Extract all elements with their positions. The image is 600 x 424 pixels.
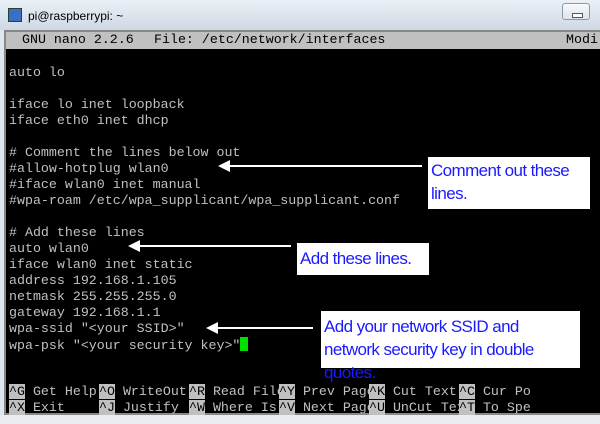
shortcut-key: ^G: [9, 384, 25, 399]
arrow-ssid: [206, 322, 313, 334]
shortcut-item[interactable]: ^R Read File: [189, 384, 285, 400]
nano-header: GNU nano 2.2.6 File: /etc/network/interfa…: [6, 32, 600, 49]
file-line: #allow-hotplug wlan0: [9, 161, 169, 176]
putty-icon: [8, 8, 22, 22]
arrow-add: [128, 240, 291, 252]
shortcut-label: To Spe: [482, 400, 531, 415]
callout-ssid: Add your network SSID and network securi…: [321, 311, 580, 382]
file-line: netmask 255.255.255.0: [9, 289, 177, 304]
file-line: [9, 129, 400, 145]
file-line: # Comment the lines below out: [9, 145, 241, 160]
file-line: [9, 81, 400, 97]
text-cursor: [240, 337, 249, 351]
callout-comment: Comment out these lines.: [428, 157, 590, 209]
file-line: [9, 209, 400, 225]
shortcut-label: WriteOut: [122, 384, 187, 399]
file-line: #iface wlan0 inet manual: [9, 177, 201, 192]
shortcut-key: ^O: [99, 384, 115, 399]
shortcut-key: ^J: [99, 400, 115, 415]
shortcut-key: ^X: [9, 400, 25, 415]
shortcut-label: Cur Po: [482, 384, 531, 399]
file-line: auto lo: [9, 65, 65, 80]
shortcut-item[interactable]: ^J Justify: [99, 400, 179, 416]
shortcut-label: Next Page: [302, 400, 375, 415]
window-titlebar: pi@raspberrypi: ~: [0, 0, 600, 30]
callout-add: Add these lines.: [297, 243, 429, 275]
shortcut-item[interactable]: ^U UnCut Text: [369, 400, 473, 416]
file-line: # Add these lines: [9, 225, 145, 240]
shortcut-item[interactable]: ^C Cur Po: [459, 384, 531, 400]
shortcut-item[interactable]: ^W Where Is: [189, 400, 277, 416]
window-bottom: [0, 415, 600, 424]
shortcut-key: ^K: [369, 384, 385, 399]
shortcut-label: Get Help: [32, 384, 97, 399]
shortcut-key: ^U: [369, 400, 385, 415]
shortcut-item[interactable]: ^K Cut Text: [369, 384, 457, 400]
shortcut-item[interactable]: ^Y Prev Page: [279, 384, 375, 400]
nano-version: GNU nano 2.2.6: [22, 32, 134, 47]
arrow-comment: [218, 160, 422, 172]
shortcut-item[interactable]: ^X Exit: [9, 400, 65, 416]
shortcut-key: ^R: [189, 384, 205, 399]
shortcut-label: Cut Text: [392, 384, 457, 399]
nano-status: Modi: [566, 32, 598, 47]
shortcut-item[interactable]: ^V Next Page: [279, 400, 375, 416]
shortcut-item[interactable]: ^O WriteOut: [99, 384, 187, 400]
minimize-button[interactable]: [562, 3, 590, 20]
shortcut-item[interactable]: ^G Get Help: [9, 384, 97, 400]
file-line: iface eth0 inet dhcp: [9, 113, 169, 128]
file-line: address 192.168.1.105: [9, 273, 177, 288]
shortcut-label: Read File: [212, 384, 285, 399]
file-line: #wpa-roam /etc/wpa_supplicant/wpa_suppli…: [9, 193, 400, 208]
shortcut-key: ^V: [279, 400, 295, 415]
shortcut-key: ^C: [459, 384, 475, 399]
window-title: pi@raspberrypi: ~: [28, 9, 124, 23]
file-content[interactable]: auto lo iface lo inet loopback iface eth0 …: [9, 65, 400, 353]
shortcut-label: Prev Page: [302, 384, 375, 399]
file-line: iface lo inet loopback: [9, 97, 185, 112]
shortcut-item[interactable]: ^T To Spe: [459, 400, 531, 416]
shortcut-key: ^W: [189, 400, 205, 415]
shortcut-label: Where Is: [212, 400, 277, 415]
shortcut-label: Exit: [32, 400, 65, 415]
shortcut-key: ^Y: [279, 384, 295, 399]
shortcut-label: Justify: [122, 400, 179, 415]
nano-file: File: /etc/network/interfaces: [154, 32, 386, 47]
shortcut-key: ^T: [459, 400, 475, 415]
